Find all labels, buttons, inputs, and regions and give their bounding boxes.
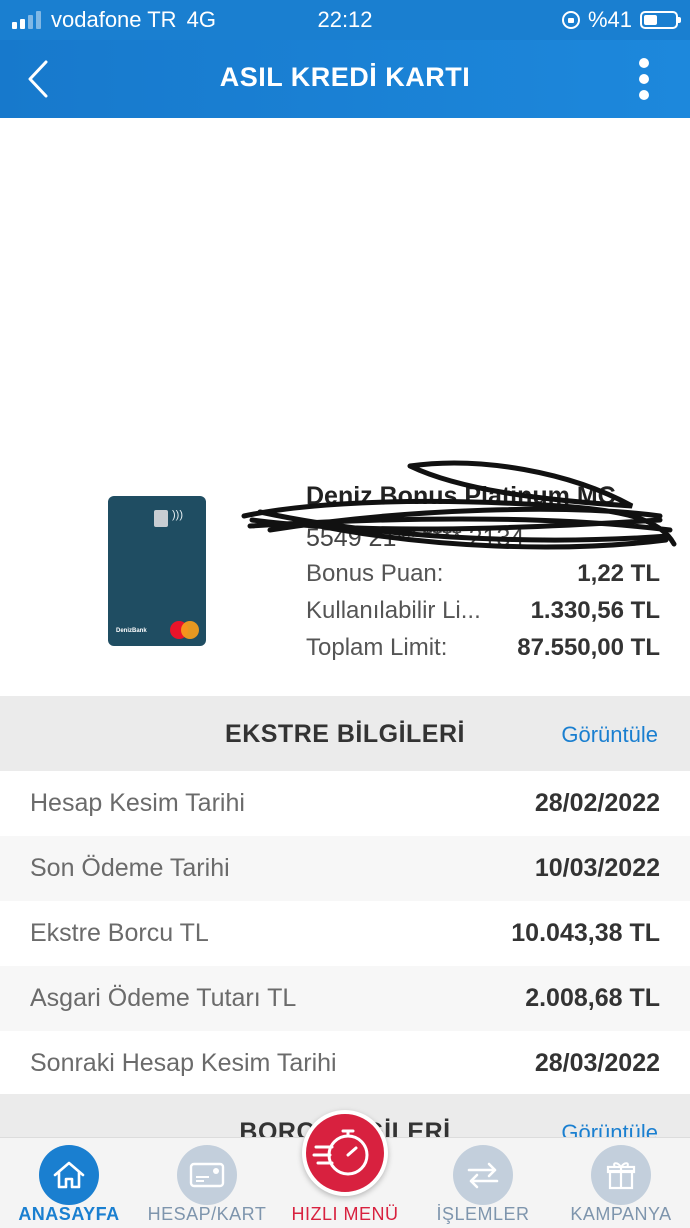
bonus-points-value: 1,22 TL bbox=[577, 560, 660, 587]
statement-section-header: EKSTRE BİLGİLERİ Görüntüle bbox=[0, 696, 690, 771]
statement-row-value: 10/03/2022 bbox=[534, 854, 660, 882]
navigation-bar: ASIL KREDİ KARTI bbox=[0, 40, 690, 118]
tab-home-label: ANASAYFA bbox=[18, 1204, 120, 1224]
statement-row-label: Son Ödeme Tarihi bbox=[30, 854, 230, 882]
more-dot bbox=[639, 74, 649, 84]
tab-accounts-cards-label: HESAP/KART bbox=[147, 1204, 267, 1224]
more-dot bbox=[639, 90, 649, 100]
statement-row-value: 28/02/2022 bbox=[534, 789, 660, 817]
fast-menu-icon bbox=[312, 1129, 369, 1176]
statement-row-label: Ekstre Borcu TL bbox=[30, 919, 209, 947]
available-limit-value: 1.330,56 TL bbox=[530, 597, 660, 624]
statement-row-value: 10.043,38 TL bbox=[511, 919, 660, 947]
available-limit-label: Kullanılabilir Li... bbox=[306, 597, 481, 624]
status-right: %41 bbox=[561, 7, 681, 33]
gift-icon bbox=[591, 1145, 651, 1205]
total-limit-value: 87.550,00 TL bbox=[517, 634, 660, 661]
redaction-scribble bbox=[241, 460, 677, 550]
statement-row: Son Ödeme Tarihi 10/03/2022 bbox=[0, 836, 690, 901]
statement-row-label: Sonraki Hesap Kesim Tarihi bbox=[30, 1049, 337, 1077]
statement-row-value: 28/03/2022 bbox=[534, 1049, 660, 1077]
quick-menu-button[interactable] bbox=[302, 1110, 388, 1196]
bonus-points-row: Bonus Puan: 1,22 TL bbox=[306, 560, 660, 588]
statement-row-label: Hesap Kesim Tarihi bbox=[30, 789, 245, 817]
tab-transactions-label: İŞLEMLER bbox=[436, 1204, 530, 1224]
total-limit-label: Toplam Limit: bbox=[306, 634, 448, 661]
card-summary: ))) DenizBank Deniz Bonus Platinum MC 55… bbox=[0, 460, 690, 696]
chip-icon bbox=[154, 510, 168, 527]
tab-home[interactable]: ANASAYFA bbox=[0, 1138, 138, 1228]
total-limit-row: Toplam Limit: 87.550,00 TL bbox=[306, 634, 660, 662]
credit-card-image[interactable]: ))) DenizBank bbox=[108, 496, 206, 646]
tab-quick-menu-label: HIZLI MENÜ bbox=[291, 1204, 399, 1224]
card-brand: DenizBank bbox=[116, 628, 147, 634]
statement-row: Asgari Ödeme Tutarı TL 2.008,68 TL bbox=[0, 966, 690, 1031]
available-limit-row: Kullanılabilir Li... 1.330,56 TL bbox=[306, 597, 660, 625]
rotation-lock-icon bbox=[561, 11, 580, 29]
more-dot bbox=[639, 58, 649, 68]
page-title: ASIL KREDİ KARTI bbox=[219, 62, 471, 92]
transfer-icon bbox=[453, 1145, 513, 1205]
status-bar: vodafone TR 4G 22:12 %41 bbox=[0, 0, 690, 40]
statement-row-label: Asgari Ödeme Tutarı TL bbox=[30, 984, 297, 1012]
statement-row: Hesap Kesim Tarihi 28/02/2022 bbox=[0, 771, 690, 836]
statement-row: Ekstre Borcu TL 10.043,38 TL bbox=[0, 901, 690, 966]
tab-accounts-cards[interactable]: HESAP/KART bbox=[138, 1138, 276, 1228]
contactless-icon: ))) bbox=[172, 509, 183, 521]
tab-campaigns[interactable]: KAMPANYA bbox=[552, 1138, 690, 1228]
battery-icon bbox=[640, 11, 681, 29]
statement-row: Sonraki Hesap Kesim Tarihi 28/03/2022 bbox=[0, 1031, 690, 1096]
statement-row-value: 2.008,68 TL bbox=[525, 984, 660, 1012]
statement-view-link[interactable]: Görüntüle bbox=[561, 722, 658, 748]
banner-area bbox=[0, 118, 690, 458]
home-icon bbox=[39, 1145, 99, 1205]
battery-percent: %41 bbox=[587, 7, 632, 32]
bonus-points-label: Bonus Puan: bbox=[306, 560, 444, 587]
tab-campaigns-label: KAMPANYA bbox=[570, 1204, 672, 1224]
more-options-button[interactable] bbox=[632, 54, 656, 104]
mastercard-logo bbox=[170, 621, 204, 639]
card-icon bbox=[177, 1145, 237, 1205]
tab-transactions[interactable]: İŞLEMLER bbox=[414, 1138, 552, 1228]
